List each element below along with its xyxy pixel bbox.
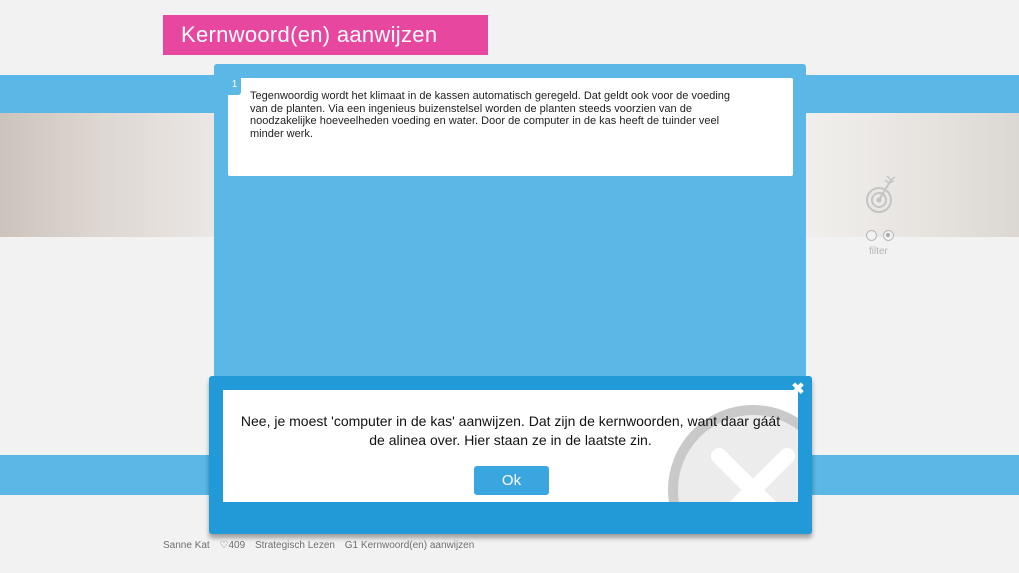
feedback-line: Nee, je moest 'computer in de kas' aanwi…	[240, 413, 781, 429]
paragraph-line[interactable]: van de planten. Via een ingenieus buizen…	[250, 103, 780, 116]
paragraph-line[interactable]: noodzakelijke hoeveelheden voeding en wa…	[250, 115, 780, 128]
paragraph-text[interactable]: Tegenwoordig wordt het klimaat in de kas…	[250, 90, 780, 140]
filter-radio-on[interactable]	[883, 230, 894, 241]
filter-radio-off[interactable]	[866, 230, 877, 241]
footer-points: ♡409	[219, 540, 246, 551]
paragraph-line[interactable]: minder werk.	[250, 128, 780, 141]
target-icon[interactable]	[865, 172, 897, 214]
paragraph-box: Tegenwoordig wordt het klimaat in de kas…	[228, 78, 793, 176]
footer-module: Strategisch Lezen	[254, 540, 335, 551]
exercise-panel: Tegenwoordig wordt het klimaat in de kas…	[214, 64, 806, 394]
background-photo-right	[806, 113, 1019, 237]
footer-user: Sanne Kat	[163, 540, 210, 551]
paragraph-line[interactable]: Tegenwoordig wordt het klimaat in de kas…	[250, 90, 780, 103]
footer-exercise: G1 Kernwoord(en) aanwijzen	[344, 540, 475, 551]
close-icon[interactable]: ✖	[789, 381, 807, 399]
feedback-line: de alinea over. Hier staan ze in de laat…	[369, 432, 652, 448]
ok-button[interactable]: Ok	[474, 466, 549, 495]
paragraph-number: 1	[228, 78, 241, 95]
filter-label: filter	[869, 246, 888, 257]
background-photo-left	[0, 113, 214, 237]
feedback-dialog: Nee, je moest 'computer in de kas' aanwi…	[209, 376, 812, 534]
feedback-content: Nee, je moest 'computer in de kas' aanwi…	[223, 390, 798, 502]
footer-status: Sanne Kat ♡409 Strategisch Lezen G1 Kern…	[163, 540, 481, 551]
page-title: Kernwoord(en) aanwijzen	[163, 15, 488, 55]
feedback-message: Nee, je moest 'computer in de kas' aanwi…	[223, 412, 798, 450]
